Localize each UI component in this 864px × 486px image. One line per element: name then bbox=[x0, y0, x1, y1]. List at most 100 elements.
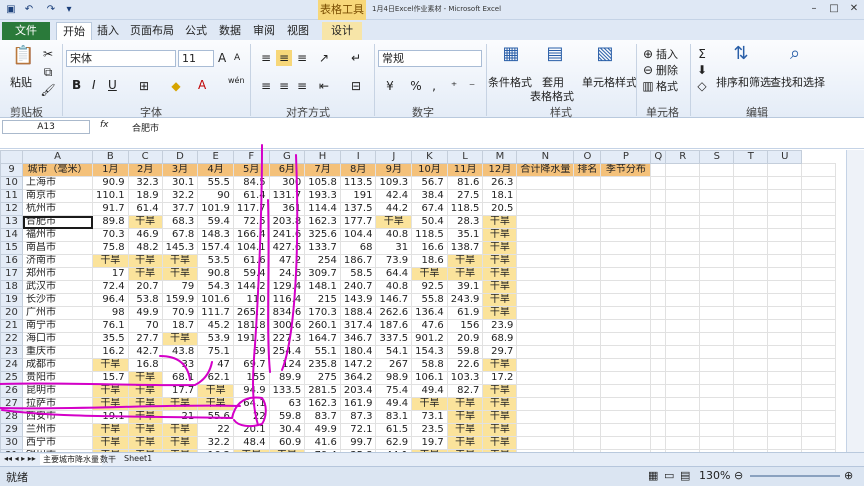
data-cell[interactable]: 92.5 bbox=[411, 280, 448, 294]
align-left-icon[interactable]: ≡ bbox=[258, 78, 274, 94]
format-as-table-icon[interactable]: ▤ bbox=[544, 45, 566, 68]
data-cell[interactable]: 59.8 bbox=[446, 345, 484, 359]
empty-cell[interactable] bbox=[650, 371, 667, 385]
empty-cell[interactable] bbox=[516, 176, 575, 190]
empty-cell[interactable] bbox=[733, 241, 769, 255]
autosum-icon[interactable]: Σ bbox=[694, 46, 710, 62]
empty-cell[interactable] bbox=[767, 423, 803, 437]
data-cell[interactable]: 191.3 bbox=[232, 332, 270, 346]
empty-cell[interactable] bbox=[516, 436, 575, 450]
empty-cell[interactable] bbox=[600, 358, 652, 372]
empty-cell[interactable] bbox=[650, 306, 667, 320]
empty-cell[interactable] bbox=[600, 176, 652, 190]
data-cell[interactable]: 110 bbox=[232, 293, 270, 307]
empty-cell[interactable] bbox=[767, 371, 803, 385]
empty-cell[interactable] bbox=[573, 410, 602, 424]
data-cell[interactable]: 159.9 bbox=[161, 293, 199, 307]
empty-cell[interactable] bbox=[733, 319, 769, 333]
empty-cell[interactable] bbox=[801, 371, 837, 385]
data-cell[interactable]: 49.9 bbox=[304, 423, 341, 437]
data-cell[interactable]: 138.7 bbox=[446, 241, 484, 255]
empty-cell[interactable] bbox=[801, 163, 837, 177]
data-cell[interactable]: 54.3 bbox=[197, 280, 234, 294]
empty-cell[interactable] bbox=[801, 202, 837, 216]
city-cell[interactable]: 西宁市 bbox=[22, 436, 93, 450]
data-cell[interactable]: 干旱 bbox=[161, 332, 199, 346]
data-cell[interactable]: 61.6 bbox=[232, 254, 270, 268]
empty-cell[interactable] bbox=[699, 241, 735, 255]
city-cell[interactable]: 杭州市 bbox=[22, 202, 93, 216]
empty-cell[interactable] bbox=[801, 306, 837, 320]
underline-button[interactable]: U bbox=[108, 78, 117, 92]
row-number[interactable]: 18 bbox=[0, 280, 23, 294]
empty-cell[interactable] bbox=[516, 397, 575, 411]
data-cell[interactable]: 267 bbox=[375, 358, 413, 372]
data-cell[interactable]: 364.2 bbox=[339, 371, 377, 385]
empty-cell[interactable] bbox=[573, 215, 602, 229]
empty-cell[interactable] bbox=[600, 436, 652, 450]
data-cell[interactable]: 18.6 bbox=[411, 254, 448, 268]
data-cell[interactable]: 干旱 bbox=[482, 254, 518, 268]
column-header[interactable]: G bbox=[268, 150, 306, 164]
data-cell[interactable]: 39.1 bbox=[446, 280, 484, 294]
data-cell[interactable]: 104.4 bbox=[339, 228, 377, 242]
data-cell[interactable]: 154.3 bbox=[411, 345, 448, 359]
data-cell[interactable]: 146.7 bbox=[375, 293, 413, 307]
data-cell[interactable]: 137.5 bbox=[339, 202, 377, 216]
data-cell[interactable]: 45.2 bbox=[197, 319, 234, 333]
increase-decimal-icon[interactable]: ⁺ bbox=[446, 78, 462, 94]
row-number[interactable]: 11 bbox=[0, 189, 23, 203]
empty-cell[interactable] bbox=[650, 202, 667, 216]
empty-cell[interactable] bbox=[767, 202, 803, 216]
empty-cell[interactable] bbox=[600, 319, 652, 333]
data-cell[interactable]: 干旱 bbox=[92, 436, 129, 450]
data-cell[interactable]: 113.5 bbox=[339, 176, 377, 190]
empty-cell[interactable] bbox=[801, 176, 837, 190]
minimize-icon[interactable]: – bbox=[806, 2, 822, 16]
empty-cell[interactable] bbox=[665, 332, 701, 346]
align-right-icon[interactable]: ≡ bbox=[294, 78, 310, 94]
data-cell[interactable]: 35.1 bbox=[446, 228, 484, 242]
sheet-tab-2[interactable]: 数干 bbox=[100, 454, 116, 465]
data-cell[interactable]: 干旱 bbox=[161, 423, 199, 437]
data-cell[interactable]: 50.4 bbox=[411, 215, 448, 229]
row-number[interactable]: 24 bbox=[0, 358, 23, 372]
data-cell[interactable]: 18.1 bbox=[482, 189, 518, 203]
empty-cell[interactable] bbox=[573, 345, 602, 359]
empty-cell[interactable] bbox=[665, 423, 701, 437]
data-cell[interactable]: 67.8 bbox=[161, 228, 199, 242]
empty-cell[interactable] bbox=[767, 332, 803, 346]
data-cell[interactable]: 111.7 bbox=[197, 306, 234, 320]
city-cell[interactable]: 重庆市 bbox=[22, 345, 93, 359]
data-cell[interactable]: 35.5 bbox=[92, 332, 129, 346]
font-size-combo[interactable]: 11 bbox=[178, 50, 214, 67]
data-cell[interactable]: 427.6 bbox=[268, 241, 306, 255]
grow-font-button[interactable]: A bbox=[218, 51, 226, 65]
empty-cell[interactable] bbox=[699, 306, 735, 320]
data-cell[interactable]: 98 bbox=[92, 306, 129, 320]
empty-cell[interactable] bbox=[516, 358, 575, 372]
data-cell[interactable]: 191 bbox=[339, 189, 377, 203]
data-cell[interactable]: 188.4 bbox=[339, 306, 377, 320]
data-cell[interactable]: 68.3 bbox=[161, 215, 199, 229]
data-cell[interactable]: 16.8 bbox=[127, 358, 163, 372]
data-cell[interactable]: 干旱 bbox=[127, 397, 163, 411]
data-cell[interactable]: 68 bbox=[339, 241, 377, 255]
tab-home[interactable]: 开始 bbox=[56, 22, 92, 41]
border-icon[interactable]: ⊞ bbox=[136, 78, 152, 94]
data-cell[interactable]: 38.4 bbox=[411, 189, 448, 203]
empty-cell[interactable] bbox=[767, 241, 803, 255]
format-cells-button[interactable]: 格式 bbox=[656, 78, 678, 94]
empty-cell[interactable] bbox=[516, 228, 575, 242]
data-cell[interactable]: 31 bbox=[375, 241, 413, 255]
empty-cell[interactable] bbox=[573, 280, 602, 294]
tab-insert[interactable]: 插入 bbox=[94, 22, 122, 40]
delete-cells-icon[interactable]: ⊖ bbox=[640, 62, 656, 78]
table-header-cell[interactable]: 6月 bbox=[268, 163, 306, 177]
worksheet-grid[interactable]: A B C D E F G H I J K L M N O P Q R S T U 9 城市（毫米） 1月 2月 3月 4月 5月 6月… bbox=[0, 150, 837, 476]
data-cell[interactable]: 91.7 bbox=[92, 202, 129, 216]
paste-icon[interactable]: 📋 bbox=[12, 47, 34, 70]
data-cell[interactable]: 干旱 bbox=[127, 371, 163, 385]
data-cell[interactable]: 99.7 bbox=[339, 436, 377, 450]
data-cell[interactable]: 254.4 bbox=[268, 345, 306, 359]
